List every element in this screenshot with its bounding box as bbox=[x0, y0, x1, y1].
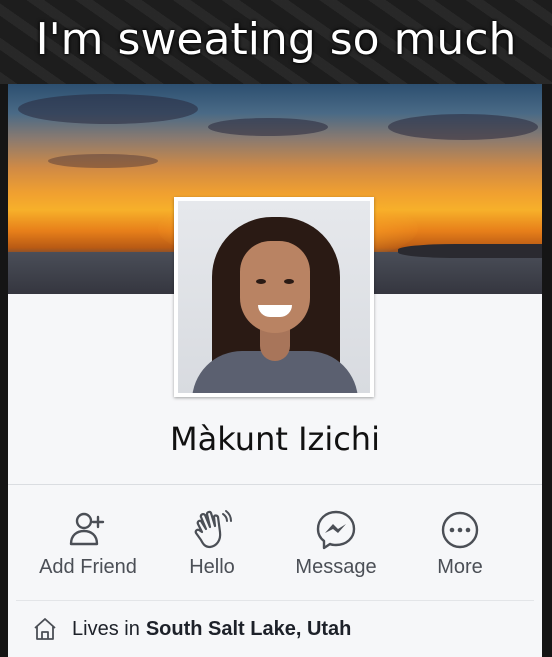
meme-border-right bbox=[542, 84, 552, 657]
action-bar: Add Friend Hello Message More bbox=[8, 494, 542, 594]
add-friend-label: Add Friend bbox=[39, 556, 137, 578]
lives-in-row: Lives in South Salt Lake, Utah bbox=[32, 614, 532, 644]
hello-button[interactable]: Hello bbox=[147, 508, 277, 579]
profile-picture[interactable] bbox=[174, 197, 374, 397]
lives-in-place[interactable]: South Salt Lake, Utah bbox=[146, 618, 352, 641]
more-icon bbox=[441, 511, 479, 549]
meme-header: I'm sweating so much bbox=[0, 0, 552, 84]
home-icon bbox=[34, 618, 56, 640]
more-button[interactable]: More bbox=[395, 508, 525, 579]
messenger-icon bbox=[316, 510, 356, 550]
meme-caption: I'm sweating so much bbox=[35, 14, 517, 65]
profile-card: Màkunt Izichi Add Friend Hello Message M… bbox=[8, 84, 542, 657]
profile-photo bbox=[178, 201, 370, 393]
lives-in-label: Lives in bbox=[72, 617, 140, 640]
meme-border-left bbox=[0, 84, 8, 657]
add-friend-button[interactable]: Add Friend bbox=[23, 508, 153, 579]
message-button[interactable]: Message bbox=[271, 508, 401, 579]
waving-hand-icon bbox=[194, 510, 232, 549]
profile-name: Màkunt Izichi bbox=[170, 420, 380, 458]
more-label: More bbox=[437, 556, 483, 578]
divider bbox=[8, 484, 542, 485]
add-friend-icon bbox=[69, 512, 105, 546]
message-label: Message bbox=[295, 556, 377, 578]
divider bbox=[16, 600, 534, 601]
hello-label: Hello bbox=[189, 556, 235, 578]
